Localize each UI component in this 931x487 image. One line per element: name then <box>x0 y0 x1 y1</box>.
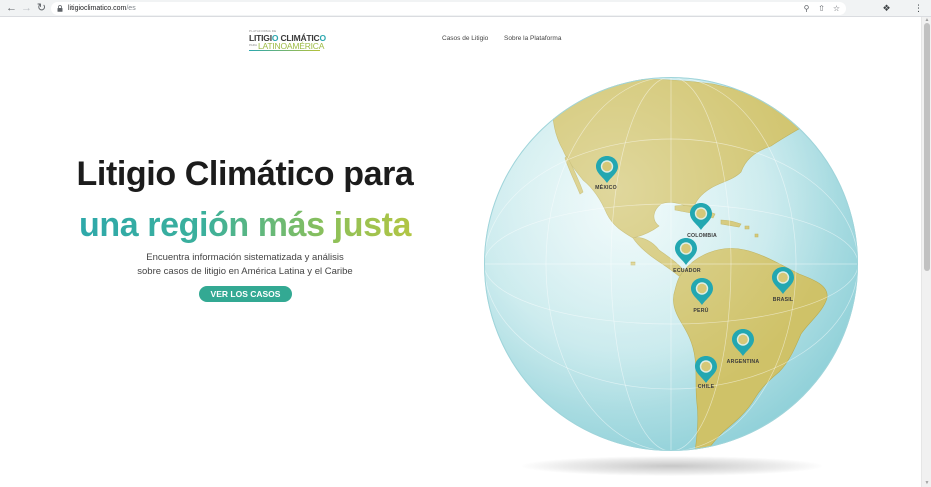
site-logo[interactable]: PLATAFORMA DE LITIGIO CLIMÁTICO PARA LAT… <box>249 29 326 51</box>
hero-title-line1: Litigio Climático para <box>76 155 414 193</box>
map-pin-icon-chile[interactable] <box>693 354 719 386</box>
scroll-down-icon[interactable]: ▼ <box>924 480 930 486</box>
globe-shadow <box>522 456 822 476</box>
logo-region-text: LATINOAMÉRICA <box>258 40 325 51</box>
kebab-menu-icon[interactable]: ⋮ <box>913 3 924 14</box>
page-scrollbar[interactable]: ▲ ▼ <box>921 17 931 487</box>
back-arrow-icon[interactable]: ← <box>5 2 18 15</box>
url-path: /es <box>126 5 136 12</box>
url-host: litigioclimatico.com <box>68 5 127 12</box>
reload-icon[interactable]: ↻ <box>35 2 48 15</box>
pin-label-chile[interactable]: CHILE <box>698 384 715 390</box>
pin-label-brasil[interactable]: BRASIL <box>773 297 794 303</box>
map-pin-icon-colombia[interactable] <box>688 201 714 233</box>
star-icon[interactable]: ☆ <box>832 4 841 13</box>
pin-label-peru[interactable]: PERÚ <box>693 308 708 314</box>
nav-link-plataforma[interactable]: Sobre la Plataforma <box>504 35 561 42</box>
logo-underline <box>249 50 320 51</box>
magnifier-icon[interactable]: ⚲ <box>802 4 811 13</box>
url-text[interactable]: litigioclimatico.com/es <box>68 3 136 14</box>
map-pin-icon-argentina[interactable] <box>730 327 756 359</box>
address-bar[interactable]: litigioclimatico.com/es ⚲ ⇧ ☆ <box>51 2 846 15</box>
globe-map <box>484 77 858 451</box>
pin-label-ecuador[interactable]: ECUADOR <box>673 268 701 274</box>
browser-toolbar: ← → ↻ litigioclimatico.com/es ⚲ ⇧ ☆ ❖ ⋮ <box>0 0 931 17</box>
map-pin-icon-ecuador[interactable] <box>673 236 699 268</box>
hero-description-line2: sobre casos de litigio en América Latina… <box>137 266 353 277</box>
map-pin-icon-brasil[interactable] <box>770 265 796 297</box>
globe-highlight <box>484 77 858 451</box>
logo-para-text: PARA <box>249 43 257 47</box>
forward-arrow-icon[interactable]: → <box>20 2 33 15</box>
share-icon[interactable]: ⇧ <box>817 4 826 13</box>
pin-label-mexico[interactable]: MÉXICO <box>595 185 617 191</box>
nav-link-casos[interactable]: Casos de Litigio <box>442 35 488 42</box>
scroll-thumb[interactable] <box>924 23 930 271</box>
hero-description-line1: Encuentra información sistematizada y an… <box>146 252 344 263</box>
lock-icon[interactable] <box>57 5 63 12</box>
map-pin-icon-mexico[interactable] <box>594 154 620 186</box>
puzzle-icon[interactable]: ❖ <box>881 3 892 14</box>
map-pin-icon-peru[interactable] <box>689 276 715 308</box>
see-cases-button[interactable]: VER LOS CASOS <box>199 286 292 302</box>
hero-title-line2: una región más justa <box>40 206 450 245</box>
pin-label-argentina[interactable]: ARGENTINA <box>727 359 760 365</box>
